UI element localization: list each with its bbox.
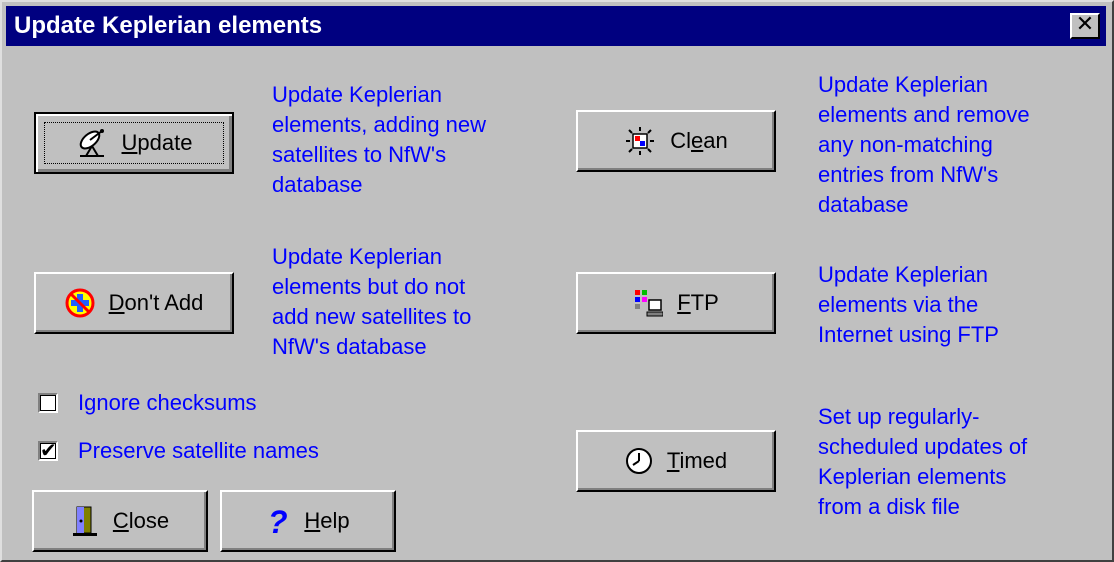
question-mark-icon: ? bbox=[266, 505, 290, 537]
window-close-button[interactable]: ✕ bbox=[1070, 13, 1100, 39]
clock-icon bbox=[625, 447, 653, 475]
timed-button[interactable]: Timed bbox=[576, 430, 776, 492]
focus-rectangle bbox=[44, 122, 224, 164]
timed-description: Set up regularly- scheduled updates of K… bbox=[818, 404, 1028, 519]
help-button-label: Help bbox=[304, 508, 350, 533]
preserve-names-checkbox[interactable]: ✔ Preserve satellite names bbox=[38, 438, 319, 464]
clean-description: Update Keplerian elements and remove any… bbox=[818, 72, 1030, 217]
close-icon: ✕ bbox=[1075, 12, 1095, 37]
title-bar[interactable]: Update Keplerian elements ✕ bbox=[6, 6, 1106, 46]
ftp-button[interactable]: FTP bbox=[576, 272, 776, 334]
update-button[interactable]: Update bbox=[34, 112, 234, 174]
window-title: Update Keplerian elements bbox=[14, 12, 323, 39]
no-entry-icon bbox=[65, 288, 95, 318]
timed-button-label: Timed bbox=[666, 448, 728, 473]
update-description: Update Keplerian elements, adding new sa… bbox=[272, 82, 487, 197]
ignore-checksums-label: Ignore checksums bbox=[78, 390, 257, 415]
clean-burst-icon bbox=[624, 126, 656, 156]
help-button[interactable]: ? Help bbox=[220, 490, 396, 552]
preserve-names-label: Preserve satellite names bbox=[78, 438, 319, 463]
dont-add-description: Update Keplerian elements but do not add… bbox=[272, 244, 472, 359]
close-button[interactable]: Close bbox=[32, 490, 208, 552]
ignore-checksums-checkbox[interactable]: Ignore checksums bbox=[38, 390, 257, 416]
preserve-names-box[interactable]: ✔ bbox=[38, 438, 58, 462]
door-exit-icon bbox=[71, 505, 99, 537]
update-keplerian-dialog: Update Keplerian elements ✕ Update Updat… bbox=[0, 0, 1114, 562]
dont-add-button-label: Don't Add bbox=[108, 290, 204, 315]
check-mark-icon: ✔ bbox=[40, 438, 57, 462]
ftp-description: Update Keplerian elements via the Intern… bbox=[818, 262, 999, 347]
ignore-checksums-box[interactable] bbox=[38, 393, 58, 413]
close-button-label: Close bbox=[112, 508, 170, 533]
ftp-button-label: FTP bbox=[677, 290, 719, 315]
dont-add-button[interactable]: Don't Add bbox=[34, 272, 234, 334]
svg-text:?: ? bbox=[268, 505, 288, 537]
ftp-network-icon bbox=[633, 288, 664, 318]
clean-button[interactable]: Clean bbox=[576, 110, 776, 172]
clean-button-label: Clean bbox=[670, 128, 728, 153]
